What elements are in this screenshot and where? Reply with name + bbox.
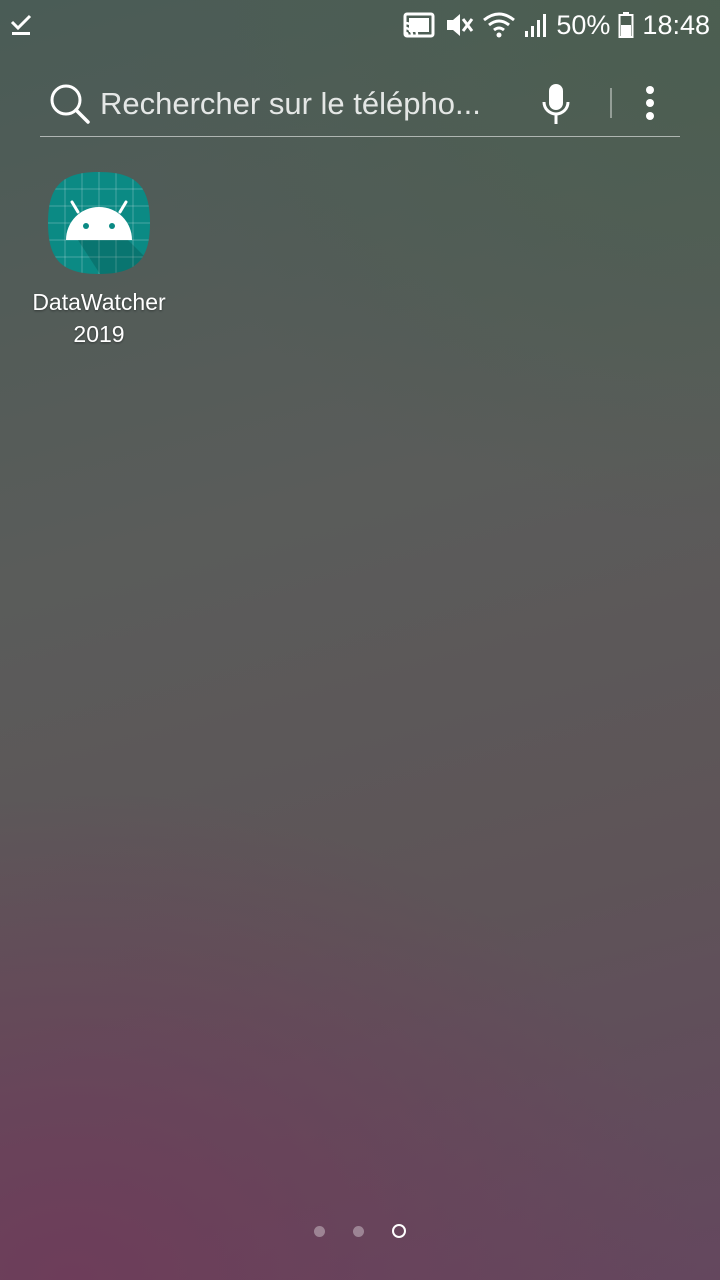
microphone-icon[interactable] (540, 82, 572, 128)
mute-icon (447, 14, 474, 36)
page-dot-3-active[interactable] (392, 1224, 406, 1238)
battery-icon (618, 12, 634, 38)
more-options-icon[interactable] (638, 84, 662, 124)
check-icon (10, 14, 32, 35)
wifi-icon (483, 12, 516, 38)
app-label: DataWatcher 2019 (32, 289, 166, 347)
page-dot-1[interactable] (314, 1226, 325, 1237)
app-datawatcher[interactable]: DataWatcher 2019 (24, 172, 174, 352)
search-input[interactable] (100, 82, 520, 126)
android-icon[interactable] (48, 172, 150, 274)
search-bar[interactable] (40, 76, 680, 137)
signal-icon (525, 14, 547, 37)
search-icon[interactable] (48, 82, 92, 126)
status-bar: 50% 18:48 (0, 0, 720, 50)
clock: 18:48 (642, 10, 710, 40)
page-indicator (0, 1222, 720, 1242)
battery-percent: 50% (556, 10, 611, 40)
page-dot-2[interactable] (353, 1226, 364, 1237)
search-divider (610, 88, 612, 118)
cast-icon (403, 12, 435, 38)
